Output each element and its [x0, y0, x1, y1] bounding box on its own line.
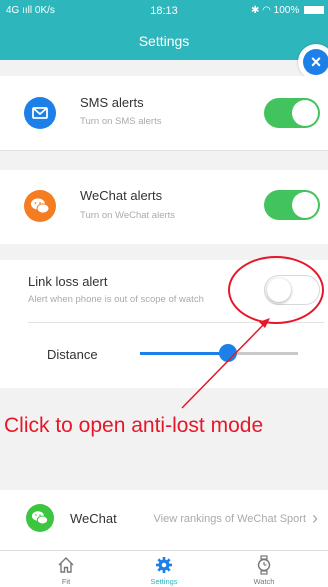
bottom-tab-bar: Fit Settings Watch [0, 550, 328, 587]
tab-label: Fit [61, 577, 71, 586]
tab-settings[interactable]: Settings [124, 551, 204, 587]
home-icon [58, 557, 74, 573]
annotation-arrow [181, 318, 270, 409]
annotation-text: Click to open anti-lost mode [4, 414, 264, 437]
tab-label: Watch [253, 577, 275, 586]
gear-icon [156, 557, 172, 573]
watch-icon [257, 555, 271, 575]
tab-label: Settings [150, 577, 178, 586]
tab-watch[interactable]: Watch [224, 551, 304, 587]
tab-fit[interactable]: Fit [26, 551, 106, 587]
